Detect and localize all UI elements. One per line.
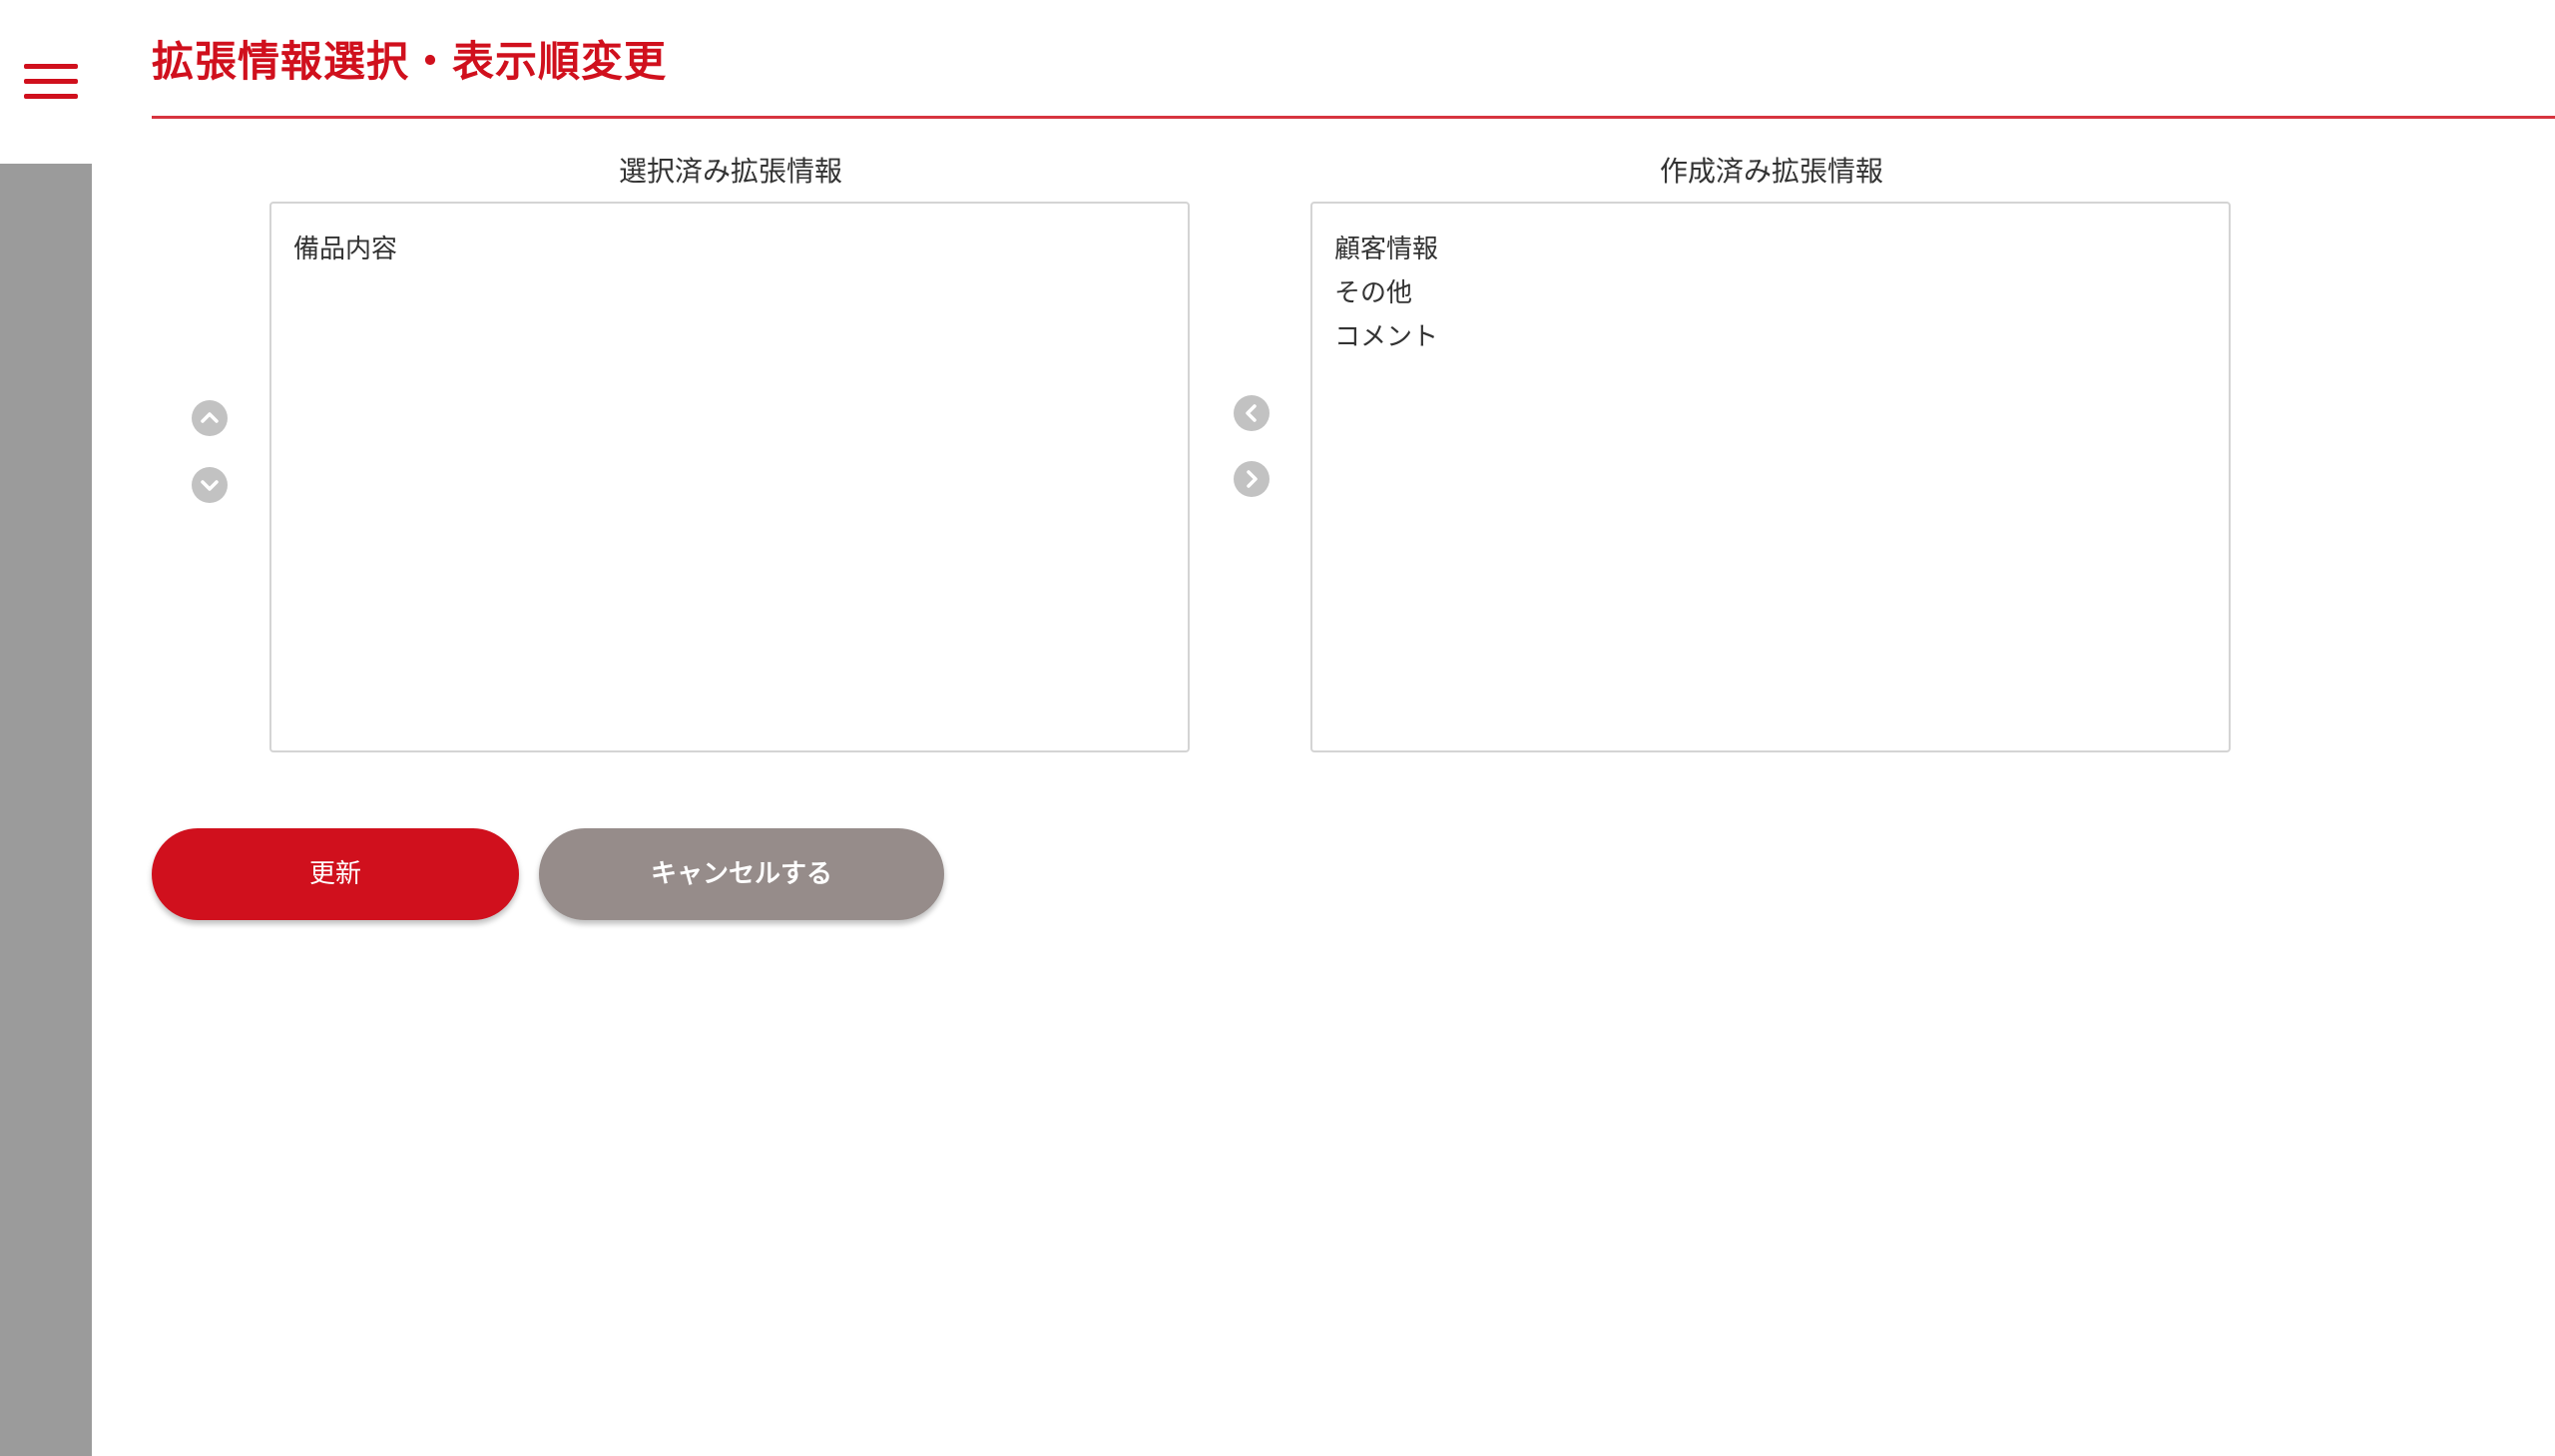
available-list-item[interactable]: コメント (1334, 315, 2229, 359)
hamburger-menu-icon[interactable] (24, 64, 78, 100)
available-panel-label: 作成済み拡張情報 (1659, 155, 1883, 188)
move-to-selected-button[interactable] (1234, 395, 1270, 431)
chevron-down-icon (201, 480, 219, 491)
cancel-button[interactable]: キャンセルする (539, 828, 944, 920)
chevron-right-icon (1247, 470, 1258, 488)
chevron-up-icon (201, 412, 219, 423)
chevron-left-icon (1246, 404, 1257, 422)
selected-list-item[interactable]: 備品内容 (293, 228, 1188, 271)
available-list-item[interactable]: 顧客情報 (1334, 228, 2229, 271)
move-up-button[interactable] (192, 400, 228, 436)
title-divider (152, 116, 2555, 119)
update-button[interactable]: 更新 (152, 828, 519, 920)
menu-box (0, 0, 92, 164)
selected-list[interactable]: 備品内容 (269, 202, 1190, 752)
selected-panel-label: 選択済み拡張情報 (618, 155, 842, 188)
available-list[interactable]: 顧客情報 その他 コメント (1310, 202, 2231, 752)
sidebar (0, 0, 92, 1456)
move-to-available-button[interactable] (1234, 461, 1270, 497)
move-down-button[interactable] (192, 467, 228, 503)
available-list-item[interactable]: その他 (1334, 271, 2229, 315)
page-title: 拡張情報選択・表示順変更 (152, 37, 668, 86)
